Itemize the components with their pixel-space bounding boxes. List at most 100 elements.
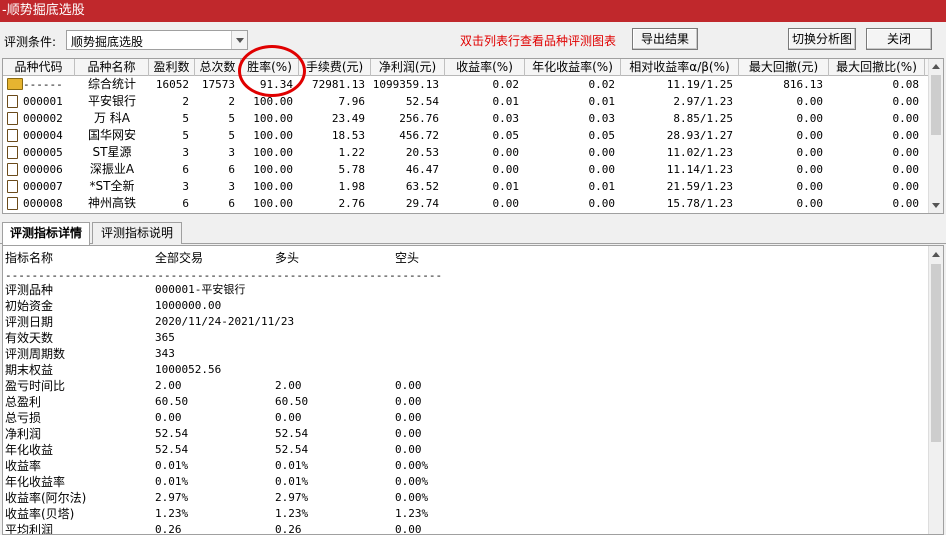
cell-maxddr: 0.08 bbox=[892, 78, 920, 91]
table-row[interactable]: 000006 深振业A 6 6 100.00 5.78 46.47 0.00 0.00 11.14… bbox=[3, 161, 929, 178]
table-row[interactable]: 000007 *ST全新 3 3 100.00 1.98 63.52 0.01 0.01 21.5… bbox=[3, 178, 929, 195]
table-scrollbar[interactable] bbox=[928, 59, 943, 213]
detail-all: 343 bbox=[155, 347, 175, 360]
detail-name: 净利润 bbox=[5, 427, 42, 441]
tab-detail[interactable]: 评测指标详情 bbox=[2, 222, 90, 245]
cell-total: 3 bbox=[228, 180, 235, 193]
scroll-thumb[interactable] bbox=[931, 75, 941, 135]
detail-short: 0.00 bbox=[395, 427, 422, 440]
cell-maxdd: 0.00 bbox=[796, 180, 824, 193]
detail-long: 52.54 bbox=[275, 427, 309, 440]
condition-select[interactable]: 顺势掘底选股 bbox=[66, 30, 248, 50]
detail-all: 0.00 bbox=[155, 411, 182, 424]
column-header[interactable]: 年化收益率(%) bbox=[525, 59, 621, 76]
detail-all: 2.00 bbox=[155, 379, 182, 392]
cell-relative: 21.59/1.23 bbox=[666, 180, 733, 193]
detail-name: 评测日期 bbox=[5, 315, 54, 329]
cell-ret: 0.00 bbox=[492, 163, 520, 176]
cell-maxdd: 0.00 bbox=[796, 129, 824, 142]
highlight-circle bbox=[238, 45, 306, 97]
cell-code: 000007 bbox=[23, 180, 63, 193]
cell-relative: 11.19/1.25 bbox=[666, 78, 733, 91]
detail-tabs: 评测指标详情 评测指标说明 bbox=[0, 220, 946, 245]
table-header: 品种代码 品种名称 盈利数 总次数 胜率(%) 手续费(元) 净利润(元) 收益率(%) 年化收… bbox=[3, 59, 929, 76]
cell-annual: 0.05 bbox=[588, 129, 616, 142]
column-header[interactable]: 盈利数 bbox=[149, 59, 195, 76]
switch-chart-button[interactable]: 切换分析图 bbox=[788, 28, 856, 50]
tab-explain[interactable]: 评测指标说明 bbox=[92, 222, 182, 244]
detail-short: 0.00 bbox=[395, 379, 422, 392]
cell-fee: 2.76 bbox=[338, 197, 366, 210]
detail-all: 0.26 bbox=[155, 523, 182, 535]
detail-name: 平均利润 bbox=[5, 523, 54, 535]
table-row[interactable]: 000001 平安银行 2 2 100.00 7.96 52.54 0.01 0.01 2.97/… bbox=[3, 93, 929, 110]
column-header[interactable]: 净利润(元) bbox=[371, 59, 445, 76]
cell-maxddr: 0.00 bbox=[892, 163, 920, 176]
close-button[interactable]: 关闭 bbox=[866, 28, 932, 50]
cell-total: 5 bbox=[228, 129, 235, 142]
cell-code: 000008 bbox=[23, 197, 63, 210]
cell-code: 000002 bbox=[23, 112, 63, 125]
cell-annual: 0.01 bbox=[588, 95, 616, 108]
cell-relative: 11.14/1.23 bbox=[666, 163, 733, 176]
cell-winrate: 100.00 bbox=[253, 112, 293, 125]
cell-name: 深振业A bbox=[89, 162, 135, 176]
column-header[interactable]: 相对收益率α/β(%) bbox=[621, 59, 739, 76]
cell-winrate: 100.00 bbox=[253, 163, 293, 176]
cell-net: 63.52 bbox=[405, 180, 439, 193]
document-icon bbox=[7, 146, 18, 159]
detail-name: 收益率(贝塔) bbox=[5, 507, 75, 521]
scroll-up-icon[interactable] bbox=[932, 252, 940, 257]
condition-label: 评测条件: bbox=[4, 35, 57, 49]
detail-all: 52.54 bbox=[155, 443, 189, 456]
cell-total: 2 bbox=[228, 95, 235, 108]
column-header[interactable]: 收益率(%) bbox=[445, 59, 525, 76]
cell-code: 000006 bbox=[23, 163, 63, 176]
cell-net: 52.54 bbox=[405, 95, 439, 108]
detail-long: 60.50 bbox=[275, 395, 309, 408]
scroll-thumb[interactable] bbox=[931, 264, 941, 442]
cell-maxddr: 0.00 bbox=[892, 146, 920, 159]
detail-all: 1000000.00 bbox=[155, 299, 222, 312]
folder-icon bbox=[7, 78, 23, 90]
cell-relative: 11.02/1.23 bbox=[666, 146, 733, 159]
cell-fee: 23.49 bbox=[331, 112, 365, 125]
column-header[interactable]: 品种名称 bbox=[75, 59, 149, 76]
header-short: 空头 bbox=[395, 251, 420, 265]
scroll-down-icon[interactable] bbox=[932, 203, 940, 208]
detail-name: 总亏损 bbox=[5, 411, 42, 425]
chevron-down-icon[interactable] bbox=[231, 31, 247, 49]
detail-long: 0.00 bbox=[275, 411, 302, 424]
cell-maxdd: 0.00 bbox=[796, 112, 824, 125]
column-header[interactable]: 总次数 bbox=[195, 59, 241, 76]
detail-all: 0.01% bbox=[155, 475, 189, 488]
table-row[interactable]: 000004 国华网安 5 5 100.00 18.53 456.72 0.05 0.05 28.… bbox=[3, 127, 929, 144]
cell-ret: 0.01 bbox=[492, 180, 520, 193]
cell-code: 000001 bbox=[23, 95, 63, 108]
cell-name: 神州高铁 bbox=[87, 196, 136, 210]
cell-ret: 0.03 bbox=[492, 112, 520, 125]
document-icon bbox=[7, 95, 18, 108]
cell-code: 000004 bbox=[23, 129, 63, 142]
cell-annual: 0.02 bbox=[588, 78, 616, 91]
detail-short: 1.23% bbox=[395, 507, 429, 520]
cell-name: *ST全新 bbox=[89, 179, 135, 193]
column-header[interactable]: 最大回撤(元) bbox=[739, 59, 829, 76]
column-header[interactable]: 品种代码 bbox=[3, 59, 75, 76]
table-row[interactable]: 000008 神州高铁 6 6 100.00 2.76 29.74 0.00 0.00 15.78… bbox=[3, 195, 929, 212]
document-icon bbox=[7, 129, 18, 142]
cell-total: 6 bbox=[228, 163, 235, 176]
export-button[interactable]: 导出结果 bbox=[632, 28, 698, 50]
scroll-up-icon[interactable] bbox=[932, 64, 940, 69]
detail-long: 1.23% bbox=[275, 507, 309, 520]
cell-maxdd: 816.13 bbox=[783, 78, 823, 91]
detail-all: 52.54 bbox=[155, 427, 189, 440]
detail-scrollbar[interactable] bbox=[928, 246, 943, 534]
cell-total: 3 bbox=[228, 146, 235, 159]
column-header[interactable]: 最大回撤比(%) bbox=[829, 59, 925, 76]
summary-row[interactable]: ------ 综合统计 16052 17573 91.34 72981.13 1099359… bbox=[3, 76, 929, 93]
table-row[interactable]: 000002 万 科A 5 5 100.00 23.49 256.76 0.03 0.03 8.8… bbox=[3, 110, 929, 127]
table-row[interactable]: 000005 ST星源 3 3 100.00 1.22 20.53 0.00 0.00 11.02… bbox=[3, 144, 929, 161]
results-table[interactable]: 品种代码 品种名称 盈利数 总次数 胜率(%) 手续费(元) 净利润(元) 收益率(%) 年化收… bbox=[2, 58, 944, 214]
column-header[interactable]: 手续费(元) bbox=[299, 59, 371, 76]
